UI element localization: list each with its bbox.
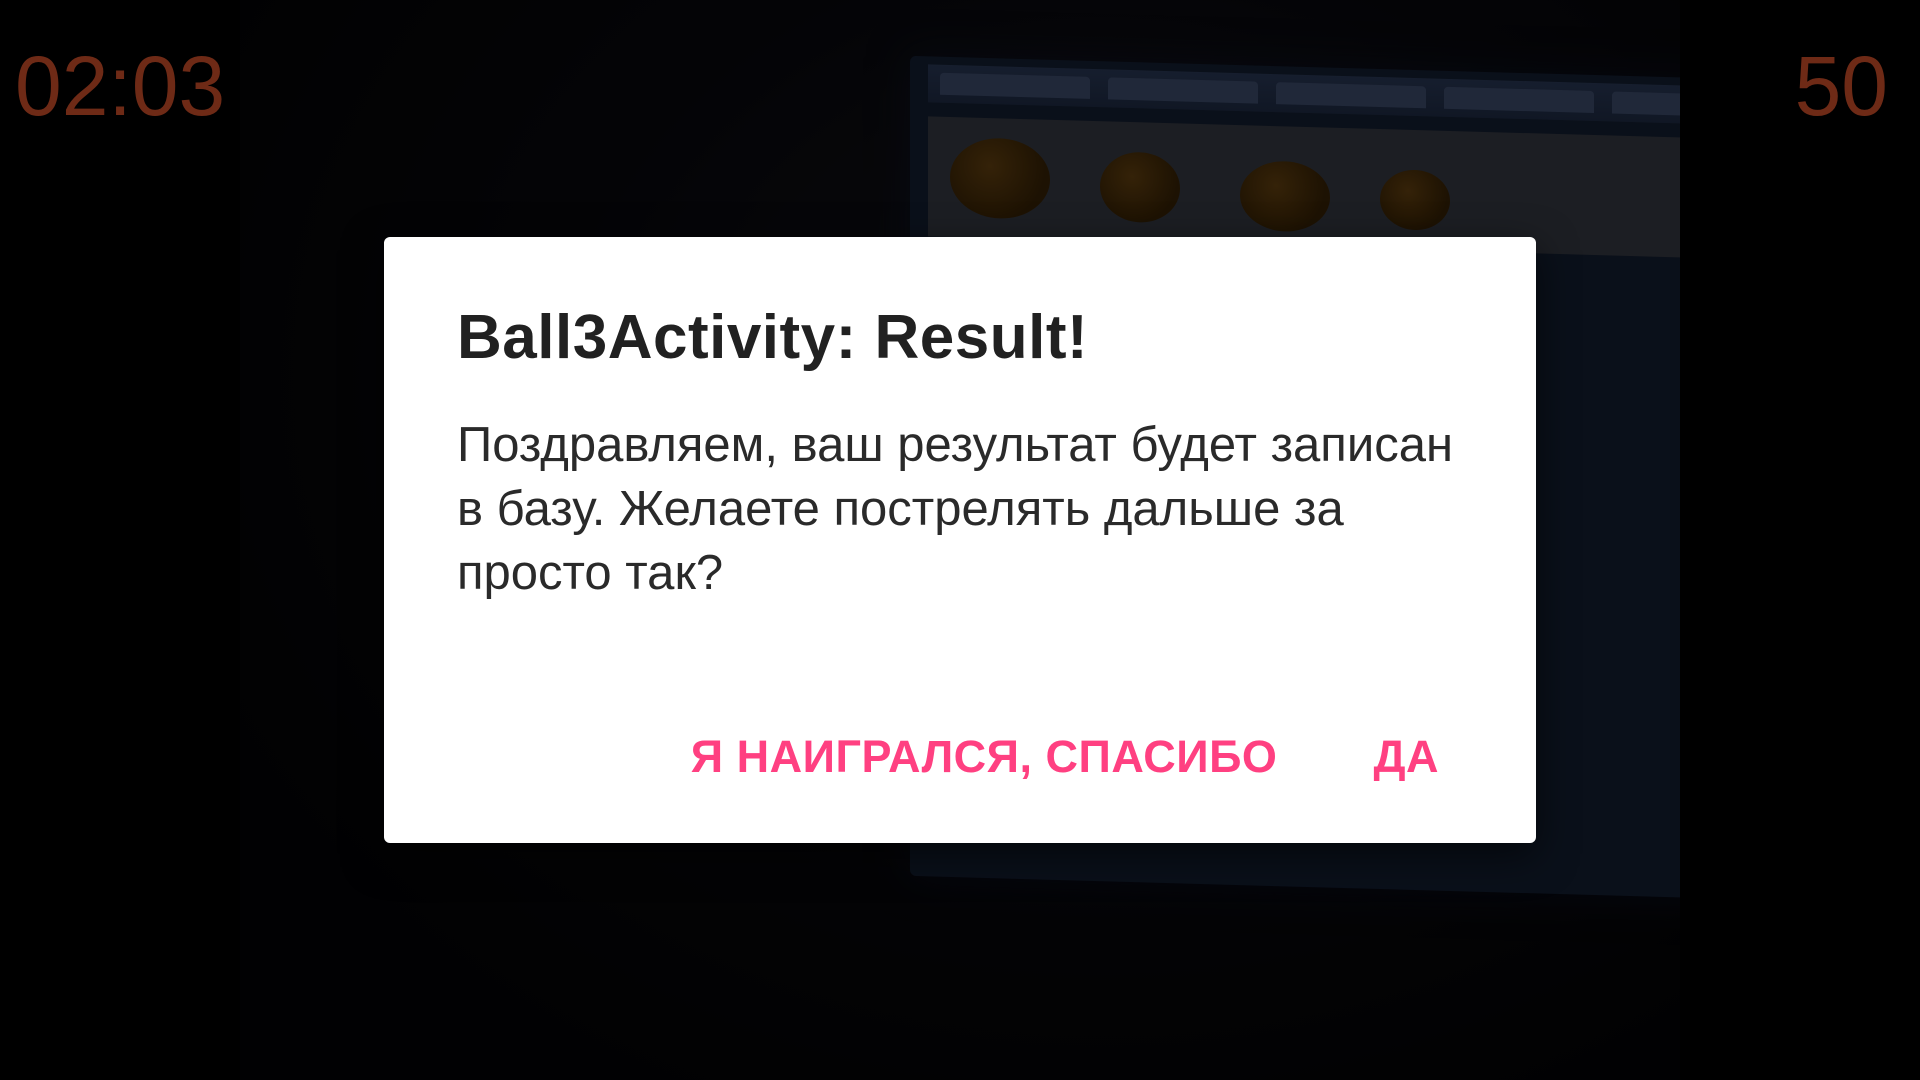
quit-button[interactable]: Я НАИГРАЛСЯ, СПАСИБО xyxy=(691,727,1278,787)
dialog-actions: Я НАИГРАЛСЯ, СПАСИБО ДА xyxy=(691,727,1439,787)
dialog-title: Ball3Activity: Result! xyxy=(457,303,1089,372)
game-screen[interactable]: 02:03 50 Ball3Activity: Result! Поздравл… xyxy=(0,0,1920,1080)
score-display: 50 xyxy=(1794,39,1888,133)
timer-display: 02:03 xyxy=(15,39,226,133)
continue-button[interactable]: ДА xyxy=(1373,727,1439,787)
dialog-message: Поздравляем, ваш результат будет записан… xyxy=(457,418,1454,600)
result-dialog: Ball3Activity: Result! Поздравляем, ваш … xyxy=(384,237,1536,843)
